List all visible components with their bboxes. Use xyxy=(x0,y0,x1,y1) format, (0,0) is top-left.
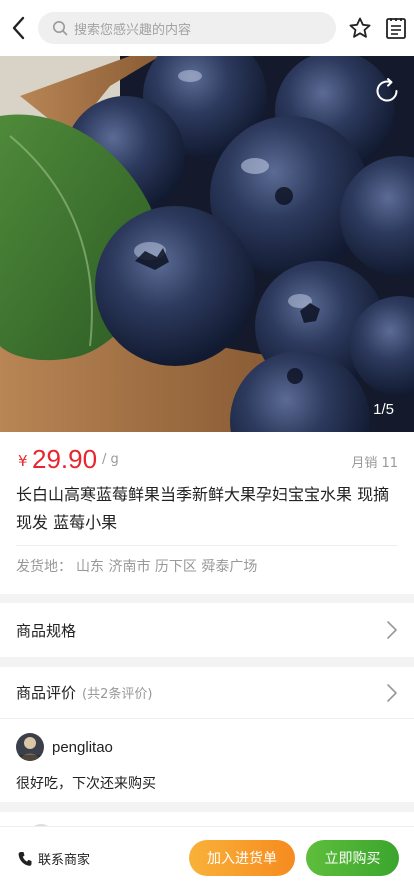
share-refresh-icon xyxy=(376,78,398,102)
gallery-pager: 1/5 xyxy=(373,401,394,418)
search-input[interactable]: 搜索您感兴趣的内容 xyxy=(38,12,336,44)
reviews-header[interactable]: 商品评价 (共2条评价) xyxy=(0,667,414,719)
ship-location: 山东 济南市 历下区 舜泰广场 xyxy=(76,559,258,575)
product-image-gallery[interactable]: 1/5 xyxy=(0,56,414,432)
chevron-right-icon xyxy=(387,621,397,639)
reviews-count: (共2条评价) xyxy=(82,687,153,702)
phone-icon xyxy=(18,851,32,866)
back-arrow-icon xyxy=(12,16,25,40)
review-text: 很好吃，下次还来购买 xyxy=(16,776,156,792)
reviews-title: 商品评价 xyxy=(16,684,77,702)
monthly-sales: 月销 11 xyxy=(351,456,398,471)
product-info-card: ¥ 29.90 / g 月销 11 长白山高寒蓝莓鲜果当季新鲜大果孕妇宝宝水果 … xyxy=(0,432,414,594)
reviews-section: 商品评价 (共2条评价) penglitao 很好吃，下次还来购买 xyxy=(0,667,414,802)
search-icon xyxy=(53,21,68,36)
notes-icon xyxy=(386,18,406,39)
shipping-origin: 发货地： 山东 济南市 历下区 舜泰广场 xyxy=(16,556,398,576)
star-icon xyxy=(349,17,371,38)
search-placeholder: 搜索您感兴趣的内容 xyxy=(74,22,192,38)
spec-label: 商品规格 xyxy=(16,621,77,640)
chevron-right-icon xyxy=(387,683,397,702)
review-item: penglitao 很好吃，下次还来购买 xyxy=(0,719,414,793)
order-list-button[interactable] xyxy=(380,12,412,44)
contact-seller-label: 联系商家 xyxy=(38,853,91,868)
spec-row[interactable]: 商品规格 xyxy=(0,603,414,657)
currency-symbol: ¥ xyxy=(18,452,28,470)
divider xyxy=(16,545,398,546)
product-price: 29.90 xyxy=(32,444,98,474)
bottom-action-bar: 联系商家 加入进货单 立即购买 xyxy=(0,827,414,896)
product-detail-page: 搜索您感兴趣的内容 1/5 ¥ 29.90 / g 月销 11 长白山高寒蓝莓鲜… xyxy=(0,0,414,896)
contact-seller-button[interactable]: 联系商家 xyxy=(18,849,90,868)
price-unit: / g xyxy=(102,452,119,467)
product-title: 长白山高寒蓝莓鲜果当季新鲜大果孕妇宝宝水果 现摘现发 蓝莓小果 xyxy=(16,485,390,532)
add-to-cart-button[interactable]: 加入进货单 xyxy=(189,840,295,876)
buy-now-button[interactable]: 立即购买 xyxy=(306,840,399,876)
blueberry-photo xyxy=(0,56,414,432)
reviewer-name: penglitao xyxy=(52,738,113,756)
share-button[interactable] xyxy=(372,76,402,106)
reviewer: penglitao xyxy=(16,733,398,761)
ship-label: 发货地： xyxy=(16,559,72,575)
price-row: ¥ 29.90 / g 月销 11 xyxy=(16,432,398,484)
favorite-button[interactable] xyxy=(344,12,376,44)
top-bar: 搜索您感兴趣的内容 xyxy=(0,0,414,56)
avatar xyxy=(16,733,44,761)
back-button[interactable] xyxy=(4,0,32,56)
